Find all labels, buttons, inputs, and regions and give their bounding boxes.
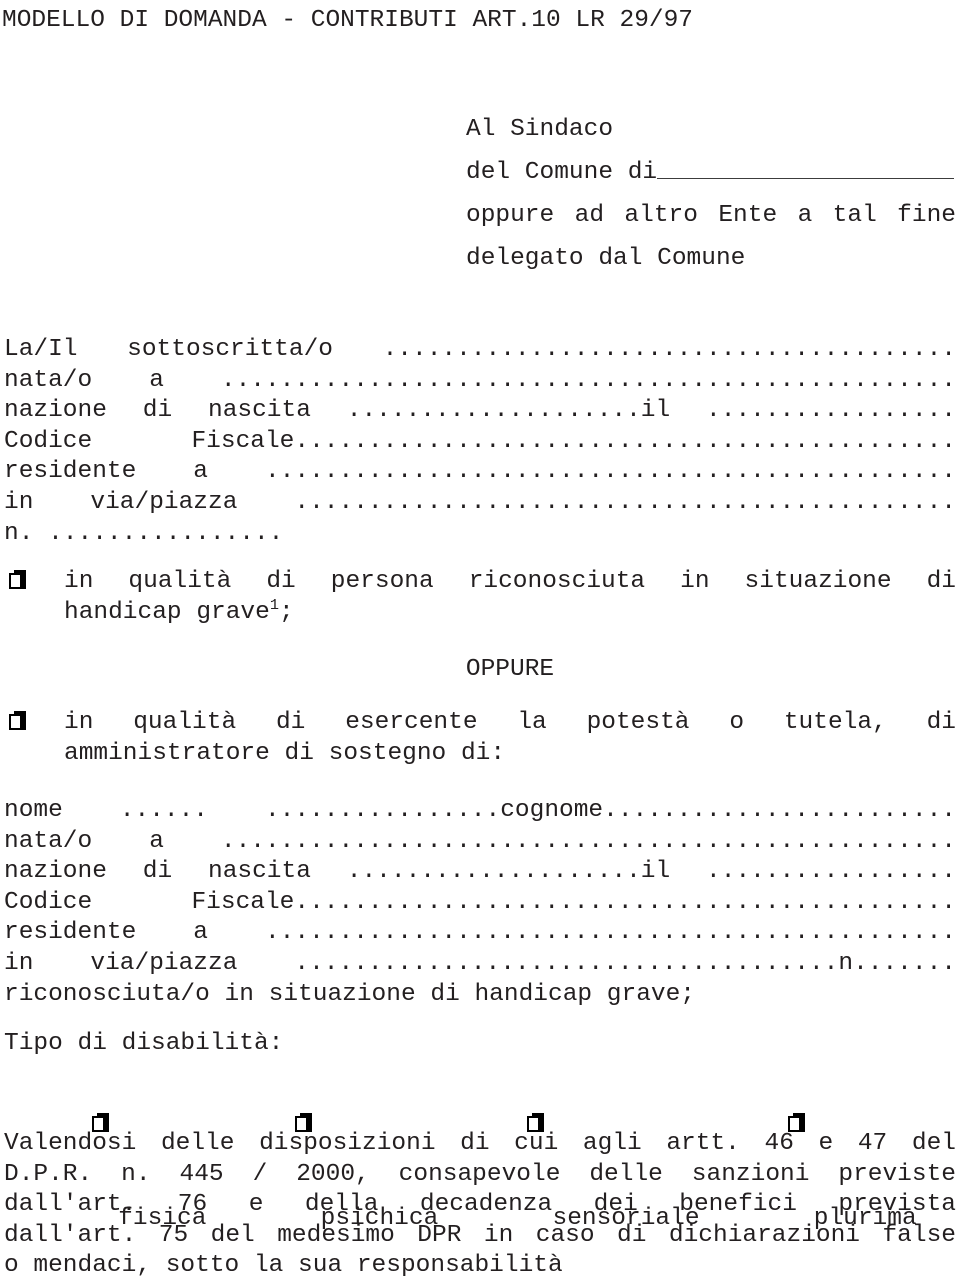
field-nata-a[interactable]: nata/o a ...............................… xyxy=(4,366,956,397)
beneficiary-fields-block: nome ...... ................cognome.....… xyxy=(4,796,956,1010)
field-beneficiary-codice-fiscale[interactable]: Codice Fiscale..........................… xyxy=(4,888,956,919)
declaration-line-3: dall'art. 76 e della decadenza dei benef… xyxy=(4,1191,956,1219)
declaration-paragraph: Valendosi delle disposizioni di cui agli… xyxy=(4,1129,956,1282)
checkbox-handicap-grave[interactable] xyxy=(9,570,26,592)
field-nome-cognome[interactable]: nome ...... ................cognome.....… xyxy=(4,796,956,827)
applicant-fields-block: La/Il sottoscritta/o ...................… xyxy=(4,335,956,549)
footnote-marker: 1 xyxy=(269,595,279,614)
option-esercente-potesta-text: in qualità di esercente la potestà o tut… xyxy=(64,708,956,769)
comune-fill-line[interactable] xyxy=(657,158,955,179)
field-sottoscritta[interactable]: La/Il sottoscritta/o ...................… xyxy=(4,335,956,366)
document-title: MODELLO DI DOMANDA - CONTRIBUTI ART.10 L… xyxy=(2,7,694,34)
option-handicap-grave[interactable]: in qualità di persona riconosciuta in si… xyxy=(4,567,956,628)
option-handicap-grave-text: in qualità di persona riconosciuta in si… xyxy=(64,567,956,628)
checkbox-esercente-potesta[interactable] xyxy=(9,711,26,733)
declaration-line-5: o mendaci, sotto la sua responsabilità xyxy=(4,1252,563,1280)
declaration-line-1: Valendosi delle disposizioni di cui agli… xyxy=(4,1130,956,1157)
declaration-line-2: D.P.R. n. 445 / 2000, consapevole delle … xyxy=(4,1160,956,1188)
document-page: MODELLO DI DOMANDA - CONTRIBUTI ART.10 L… xyxy=(0,0,960,1279)
option-handicap-grave-line-2-text: handicap grave xyxy=(64,598,270,626)
option-handicap-grave-line-2: handicap grave1; xyxy=(64,595,956,629)
option-esercente-potesta-line-2: amministratore di sostegno di: xyxy=(64,739,506,767)
field-via-piazza[interactable]: in via/piazza ..........................… xyxy=(4,488,956,519)
addressee-comune-label: del Comune di xyxy=(466,159,658,186)
field-nazione-nascita[interactable]: nazione di nascita ....................i… xyxy=(4,396,956,427)
field-residente-a[interactable]: residente a ............................… xyxy=(4,457,956,488)
disability-heading: Tipo di disabilità: xyxy=(4,1030,284,1057)
field-beneficiary-nata-a[interactable]: nata/o a ...............................… xyxy=(4,827,956,858)
option-handicap-grave-semicolon: ; xyxy=(278,598,294,626)
field-civico[interactable]: n. ................ xyxy=(4,519,956,550)
checkbox-frame xyxy=(9,573,22,589)
option-esercente-potesta[interactable]: in qualità di esercente la potestà o tut… xyxy=(4,708,956,769)
field-beneficiary-via-piazza[interactable]: in via/piazza ..........................… xyxy=(4,949,956,980)
checkbox-frame xyxy=(9,714,22,730)
addressee-line-3: oppure ad altro Ente a tal fine xyxy=(466,202,956,229)
declaration-line-4: dall'art. 75 del medesimo DPR in caso di… xyxy=(4,1221,956,1249)
option-handicap-grave-line-1: in qualità di persona riconosciuta in si… xyxy=(64,568,956,595)
option-esercente-potesta-line-1: in qualità di esercente la potestà o tut… xyxy=(64,709,956,736)
beneficiary-handicap-statement: riconosciuta/o in situazione di handicap… xyxy=(4,980,696,1008)
addressee-block: Al Sindaco del Comune di oppure ad altro… xyxy=(466,108,956,280)
field-beneficiary-nazione-nascita[interactable]: nazione di nascita ....................i… xyxy=(4,857,956,888)
field-codice-fiscale[interactable]: Codice Fiscale..........................… xyxy=(4,427,956,458)
field-beneficiary-residente-a[interactable]: residente a ............................… xyxy=(4,918,956,949)
addressee-line-1: Al Sindaco xyxy=(466,116,614,143)
addressee-line-2: del Comune di xyxy=(466,151,956,194)
addressee-line-4: delegato dal Comune xyxy=(466,245,746,272)
separator-oppure: OPPURE xyxy=(465,656,555,683)
